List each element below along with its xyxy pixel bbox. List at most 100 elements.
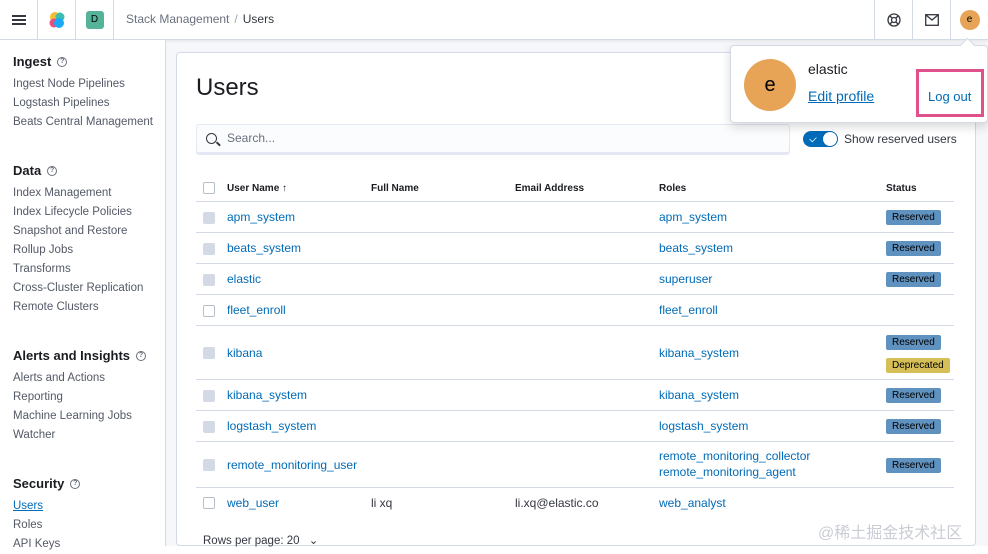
- sidebar-section-data: Data? Index Management Index Lifecycle P…: [13, 163, 143, 317]
- sidebar-item-machine-learning-jobs[interactable]: Machine Learning Jobs: [13, 407, 146, 426]
- sidebar-section-title: Security: [13, 476, 65, 491]
- edit-profile-link[interactable]: Edit profile: [808, 88, 874, 104]
- status-badge: Reserved: [886, 388, 941, 403]
- sidebar-item-users[interactable]: Users: [13, 497, 80, 516]
- status-badge: Reserved: [886, 210, 941, 225]
- popover-avatar: e: [744, 59, 796, 111]
- sidebar-item-alerts-and-actions[interactable]: Alerts and Actions: [13, 369, 146, 388]
- sidebar-item-rollup-jobs[interactable]: Rollup Jobs: [13, 241, 143, 260]
- space-selector[interactable]: D: [76, 0, 114, 39]
- popover-username: elastic: [808, 61, 848, 77]
- username-link[interactable]: fleet_enroll: [227, 303, 286, 317]
- breadcrumb: Stack Management / Users: [126, 12, 274, 26]
- username-link[interactable]: apm_system: [227, 210, 295, 224]
- table-row: kibana kibana_system Reserved Deprecated: [196, 326, 954, 380]
- sidebar-item-roles[interactable]: Roles: [13, 516, 80, 535]
- fullname-cell: li xq: [371, 496, 393, 510]
- role-link[interactable]: superuser: [659, 272, 712, 286]
- select-all-checkbox[interactable]: [203, 182, 215, 194]
- sidebar-item-logstash-pipelines[interactable]: Logstash Pipelines: [13, 94, 153, 113]
- user-menu-button[interactable]: e: [950, 0, 988, 39]
- sidebar-item-cross-cluster-replication[interactable]: Cross-Cluster Replication: [13, 279, 143, 298]
- search-input[interactable]: [227, 131, 767, 145]
- column-roles[interactable]: Roles: [659, 183, 686, 194]
- row-checkbox: [203, 243, 215, 255]
- status-badge: Reserved: [886, 458, 941, 473]
- role-link[interactable]: kibana_system: [659, 346, 739, 360]
- column-status[interactable]: Status: [886, 183, 917, 194]
- help-button[interactable]: [874, 0, 912, 39]
- space-avatar: D: [85, 10, 104, 29]
- table-row: fleet_enroll fleet_enroll: [196, 295, 954, 326]
- help-icon[interactable]: ?: [47, 165, 58, 176]
- rows-per-page-label: Rows per page: 20: [203, 535, 300, 547]
- username-link[interactable]: beats_system: [227, 241, 301, 255]
- sidebar-item-reporting[interactable]: Reporting: [13, 388, 146, 407]
- rows-per-page-selector[interactable]: Rows per page: 20 ⌄: [203, 533, 318, 547]
- search-bar[interactable]: [196, 124, 790, 155]
- role-link[interactable]: remote_monitoring_collector: [659, 449, 810, 463]
- elastic-logo[interactable]: [38, 0, 76, 39]
- help-icon[interactable]: ?: [70, 478, 81, 489]
- help-icon[interactable]: ?: [57, 56, 68, 67]
- email-cell: li.xq@elastic.co: [515, 496, 599, 510]
- column-username[interactable]: User Name ↑: [227, 183, 287, 194]
- table-row: logstash_system logstash_system Reserved: [196, 411, 954, 442]
- breadcrumb-stack-management[interactable]: Stack Management: [126, 12, 229, 26]
- row-checkbox[interactable]: [203, 497, 215, 509]
- sidebar-item-index-lifecycle-policies[interactable]: Index Lifecycle Policies: [13, 203, 143, 222]
- table-row: beats_system beats_system Reserved: [196, 233, 954, 264]
- table-row: apm_system apm_system Reserved: [196, 202, 954, 233]
- hamburger-icon: [11, 18, 26, 21]
- log-out-link[interactable]: Log out: [928, 89, 971, 104]
- column-email[interactable]: Email Address: [515, 183, 584, 194]
- status-badge: Reserved: [886, 419, 941, 434]
- status-badge: Reserved: [886, 272, 941, 287]
- username-link[interactable]: elastic: [227, 272, 261, 286]
- row-checkbox: [203, 347, 215, 359]
- elastic-logo-icon: [49, 11, 64, 28]
- sidebar-section-ingest: Ingest? Ingest Node Pipelines Logstash P…: [13, 54, 153, 132]
- toggle-switch[interactable]: [803, 131, 838, 147]
- role-link[interactable]: fleet_enroll: [659, 303, 718, 317]
- role-link[interactable]: kibana_system: [659, 388, 739, 402]
- column-fullname[interactable]: Full Name: [371, 183, 419, 194]
- sidebar-item-beats-central-management[interactable]: Beats Central Management: [13, 113, 153, 132]
- row-checkbox: [203, 459, 215, 471]
- sidebar-item-watcher[interactable]: Watcher: [13, 426, 146, 445]
- username-link[interactable]: remote_monitoring_user: [227, 458, 357, 472]
- table-row: elastic superuser Reserved: [196, 264, 954, 295]
- sidebar-item-transforms[interactable]: Transforms: [13, 260, 143, 279]
- mail-icon: [924, 13, 939, 26]
- role-link[interactable]: apm_system: [659, 210, 727, 224]
- top-header: D Stack Management / Users e: [0, 0, 988, 40]
- sidebar-section-alerts-and-insights: Alerts and Insights? Alerts and Actions …: [13, 348, 147, 445]
- row-checkbox: [203, 212, 215, 224]
- role-link[interactable]: remote_monitoring_agent: [659, 465, 796, 479]
- sidebar-item-remote-clusters[interactable]: Remote Clusters: [13, 298, 143, 317]
- username-link[interactable]: kibana: [227, 346, 262, 360]
- sidebar-item-index-management[interactable]: Index Management: [13, 184, 143, 203]
- status-badge: Reserved: [886, 241, 941, 256]
- help-icon[interactable]: ?: [136, 350, 147, 361]
- sidebar-item-snapshot-and-restore[interactable]: Snapshot and Restore: [13, 222, 143, 241]
- toggle-label: Show reserved users: [844, 132, 957, 146]
- users-table: User Name ↑ Full Name Email Address Role…: [196, 175, 954, 519]
- breadcrumb-users: Users: [242, 12, 275, 26]
- role-link[interactable]: web_analyst: [659, 496, 726, 510]
- role-link[interactable]: beats_system: [659, 241, 733, 255]
- sort-arrow-up-icon: ↑: [282, 183, 288, 194]
- row-checkbox: [203, 274, 215, 286]
- row-checkbox[interactable]: [203, 305, 215, 317]
- reserved-users-toggle[interactable]: Show reserved users: [803, 131, 957, 147]
- newsfeed-button[interactable]: [912, 0, 950, 39]
- menu-button[interactable]: [0, 0, 38, 39]
- sidebar-section-title: Alerts and Insights: [13, 348, 131, 363]
- sidebar-section-security: Security? Users Roles API Keys: [13, 476, 81, 554]
- username-link[interactable]: web_user: [227, 496, 279, 510]
- sidebar-item-api-keys[interactable]: API Keys: [13, 535, 80, 554]
- sidebar-item-ingest-node-pipelines[interactable]: Ingest Node Pipelines: [13, 75, 153, 94]
- role-link[interactable]: logstash_system: [659, 419, 748, 433]
- username-link[interactable]: kibana_system: [227, 388, 307, 402]
- username-link[interactable]: logstash_system: [227, 419, 316, 433]
